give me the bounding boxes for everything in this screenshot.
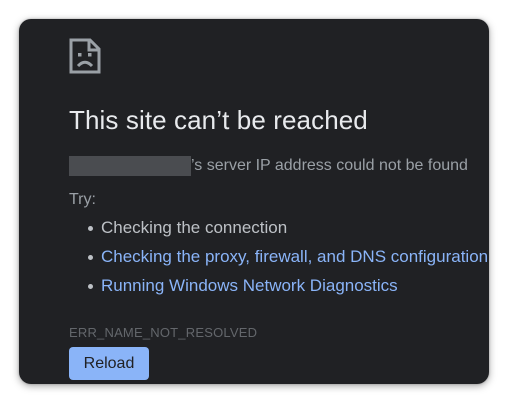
error-subtitle: ’s server IP address could not be found [69,155,468,177]
page-title: This site can’t be reached [69,105,368,135]
suggestion-check-proxy-link[interactable]: Checking the proxy, firewall, and DNS co… [69,246,488,275]
error-subtitle-text: ’s server IP address could not be found [191,157,468,174]
suggestion-network-diagnostics-link[interactable]: Running Windows Network Diagnostics [69,275,488,304]
suggestion-text: Checking the connection [101,218,288,237]
suggestion-text[interactable]: Checking the proxy, firewall, and DNS co… [101,247,488,266]
error-page: This site can’t be reached ’s server IP … [19,19,489,384]
suggestion-text[interactable]: Running Windows Network Diagnostics [101,276,398,295]
redacted-hostname [69,156,191,176]
reload-button[interactable]: Reload [69,347,149,380]
sad-face-document-icon [69,38,101,74]
bullet [88,255,93,260]
try-label: Try: [69,191,96,208]
bullet [88,226,93,231]
error-code: ERR_NAME_NOT_RESOLVED [69,325,258,340]
suggestion-check-connection: Checking the connection [69,217,488,246]
bullet [88,284,93,289]
suggestions-list: Checking the connection Checking the pro… [69,217,488,304]
